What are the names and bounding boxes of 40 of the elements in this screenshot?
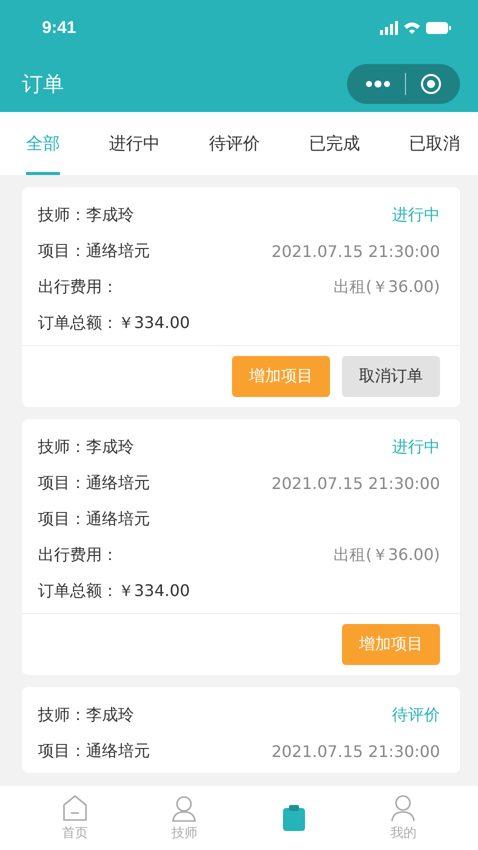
order-field: 项目：通络培元 xyxy=(38,508,150,530)
order-field: 出行费用： xyxy=(38,276,118,298)
signal-icon xyxy=(380,20,398,34)
order-field: 订单总额：￥334.00 xyxy=(38,580,190,602)
order-detail: 出租(￥36.00) xyxy=(334,544,440,566)
order-field: 技师：李成玲 xyxy=(38,704,134,726)
battery-icon xyxy=(426,22,451,34)
order-status: 进行中 xyxy=(392,204,440,226)
page-title: 订单 xyxy=(22,70,64,98)
cancel-order-button[interactable]: 取消订单 xyxy=(342,356,440,397)
user-icon xyxy=(390,794,416,822)
filter-tab[interactable]: 进行中 xyxy=(109,112,160,175)
filter-tab[interactable]: 已完成 xyxy=(309,112,360,175)
order-detail: 2021.07.15 21:30:00 xyxy=(271,474,440,492)
order-field: 技师：李成玲 xyxy=(38,436,134,458)
status-time: 9:41 xyxy=(42,18,76,38)
add-item-button[interactable]: 增加项目 xyxy=(232,356,330,397)
more-icon[interactable] xyxy=(365,80,391,88)
wifi-icon xyxy=(404,22,420,34)
tab-bar-item[interactable]: 技师 xyxy=(149,786,220,850)
filter-tab[interactable]: 全部 xyxy=(26,112,60,175)
order-status: 待评价 xyxy=(392,704,440,726)
add-item-button[interactable]: 增加项目 xyxy=(342,624,440,665)
person-icon xyxy=(170,794,198,822)
order-field: 出行费用： xyxy=(38,544,118,566)
capsule-menu[interactable] xyxy=(347,64,460,104)
filter-tab[interactable]: 待评价 xyxy=(209,112,260,175)
order-field: 项目：通络培元 xyxy=(38,740,150,762)
order-field: 项目：通络培元 xyxy=(38,472,150,494)
order-field: 订单总额：￥334.00 xyxy=(38,312,190,334)
order-field: 项目：通络培元 xyxy=(38,240,150,262)
tab-bar-item[interactable]: 首页 xyxy=(40,786,110,850)
filter-tab[interactable]: 已取消 xyxy=(409,112,460,175)
order-detail: 2021.07.15 21:30:00 xyxy=(271,742,440,760)
order-status: 进行中 xyxy=(392,436,440,458)
order-detail: 2021.07.15 21:30:00 xyxy=(271,242,440,260)
order-field: 技师：李成玲 xyxy=(38,204,134,226)
order-detail: 出租(￥36.00) xyxy=(334,276,440,298)
tab-bar-item[interactable]: 我的 xyxy=(368,786,438,850)
home-icon xyxy=(62,794,88,822)
